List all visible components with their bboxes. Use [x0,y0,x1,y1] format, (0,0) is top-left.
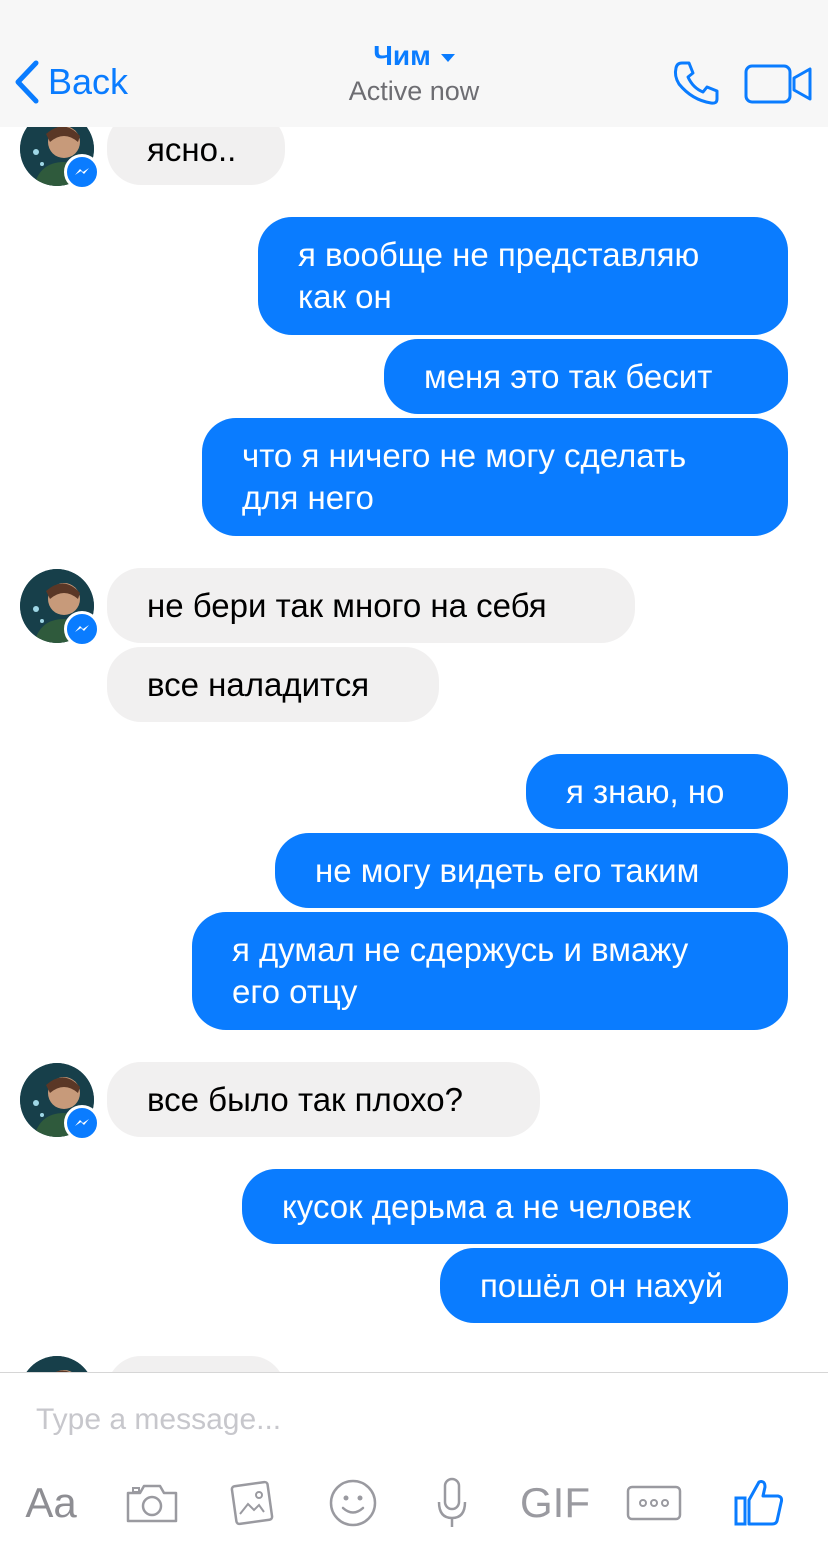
text-format-button[interactable]: Aa [20,1473,82,1533]
photo-gallery-button[interactable] [224,1473,280,1533]
more-options-button[interactable] [624,1473,684,1533]
outgoing-message: что я ничего не могу сделать для него [202,418,788,536]
message-list[interactable]: ясно.. я вообще не представляю как он ме… [0,0,828,1372]
outgoing-message: меня это так бесит [384,339,788,414]
incoming-message-partial [107,1356,285,1372]
caret-down-icon [440,53,455,62]
message-input[interactable]: Type a message... [36,1403,281,1437]
phone-call-button[interactable] [672,60,720,111]
outgoing-message: не могу видеть его таким [275,833,788,908]
incoming-message: все наладится [107,647,439,722]
thumbs-up-icon [734,1480,784,1526]
messenger-badge-icon [64,154,100,190]
camera-icon [126,1484,178,1523]
outgoing-message: я думал не сдержусь и вмажу его отцу [192,912,788,1030]
video-camera-icon [744,64,812,104]
message-composer: Type a message... Aa GIF [0,1372,828,1551]
camera-button[interactable] [122,1473,182,1533]
messenger-badge-icon [64,1105,100,1141]
conversation-header: Back Чим Active now [0,0,828,127]
video-call-button[interactable] [744,64,814,109]
microphone-icon [437,1477,467,1527]
voice-message-button[interactable] [432,1473,472,1533]
outgoing-message: кусок дерьма а не человек [242,1169,788,1244]
smiley-icon [329,1479,377,1527]
outgoing-message: пошёл он нахуй [440,1248,788,1323]
contact-name: Чим [373,40,431,71]
photo-icon [230,1480,274,1526]
incoming-message: не бери так много на себя [107,568,635,643]
like-button[interactable] [732,1473,786,1533]
more-dots-icon [626,1485,682,1521]
outgoing-message: я вообще не представляю как он [258,217,788,335]
gif-button[interactable]: GIF [518,1473,592,1533]
incoming-message: все было так плохо? [107,1062,540,1137]
emoji-button[interactable] [326,1473,380,1533]
contact-avatar[interactable] [20,1356,94,1372]
phone-icon [673,61,719,105]
messenger-badge-icon [64,611,100,647]
outgoing-message: я знаю, но [526,754,788,829]
